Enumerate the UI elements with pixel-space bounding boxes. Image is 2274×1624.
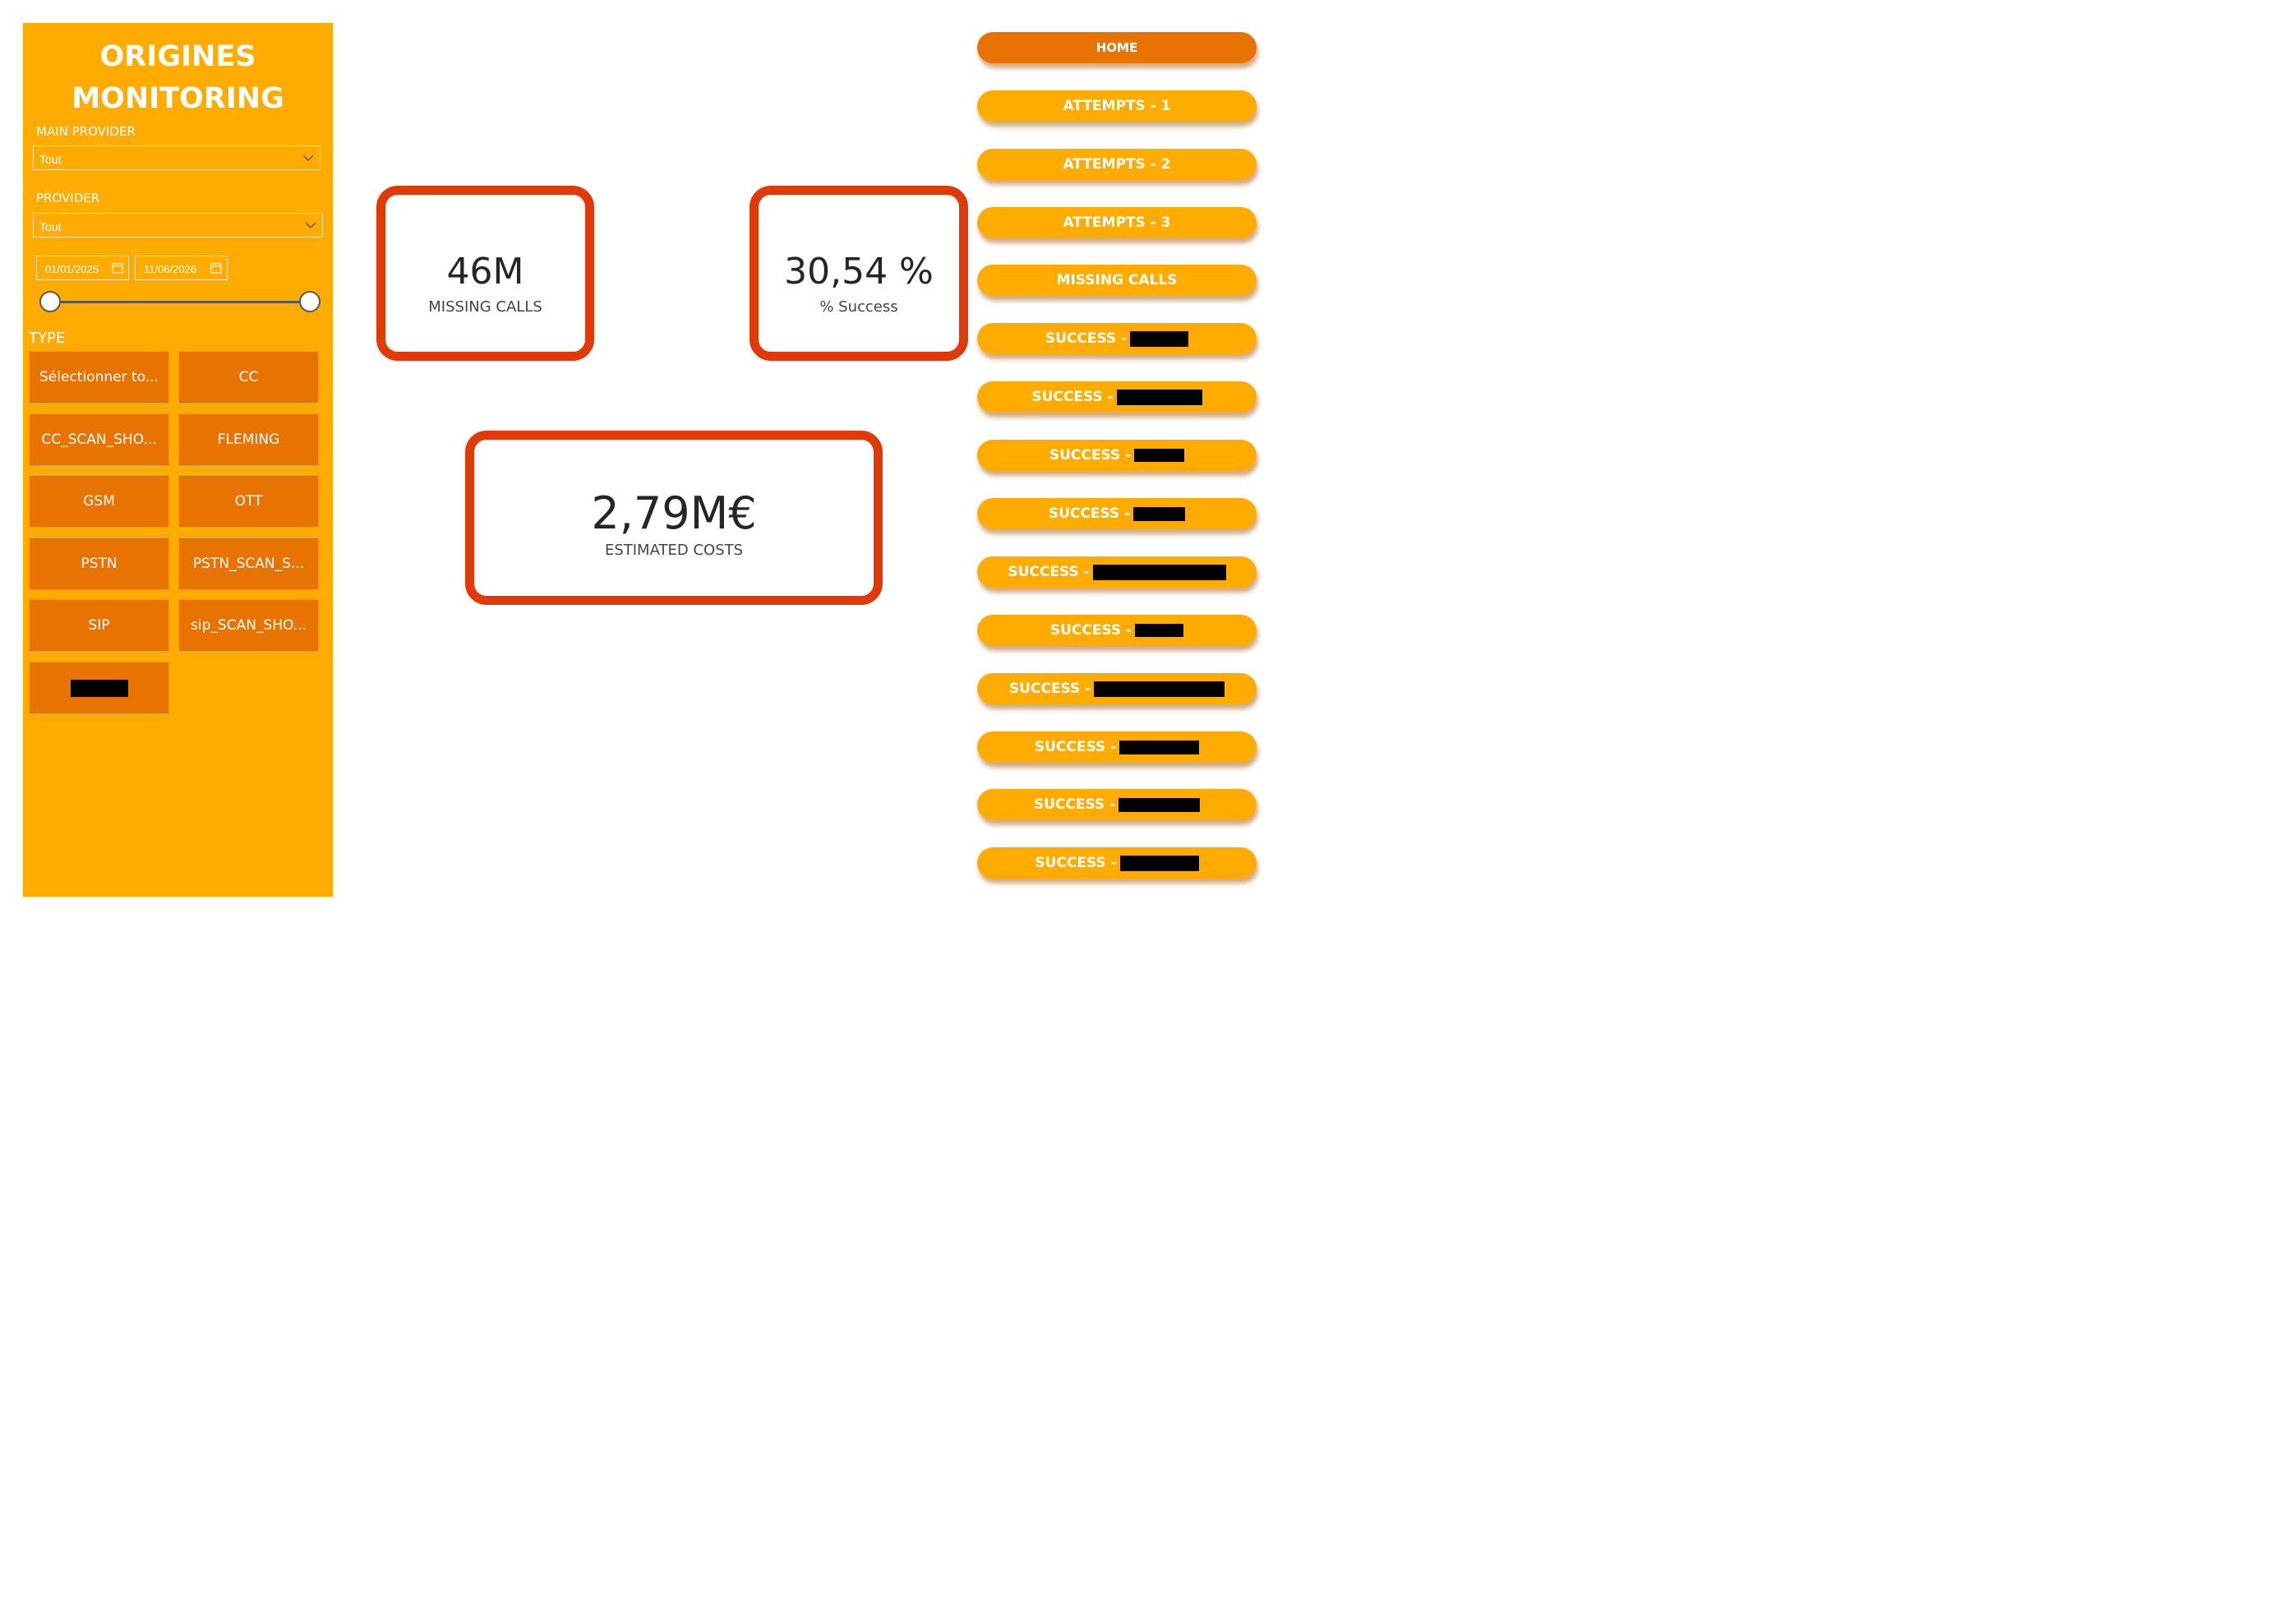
kpi-success-rate-label: % Success — [819, 298, 898, 316]
start-date-value: 01/01/2025 — [45, 263, 99, 275]
nav-button-success[interactable]: SUCCESS - — [977, 498, 1257, 529]
redacted-block — [1094, 681, 1225, 697]
nav-success-label: SUCCESS - — [1035, 855, 1117, 871]
nav-button-success[interactable]: SUCCESS - — [977, 673, 1257, 704]
kpi-missing-calls-label: MISSING CALLS — [428, 298, 542, 316]
nav-success-label: SUCCESS - — [1031, 389, 1114, 405]
nav-button-attempts-3[interactable]: ATTEMPTS - 3 — [977, 207, 1257, 238]
nav-button-missing-calls[interactable]: MISSING CALLS — [977, 265, 1257, 296]
provider-value: Tout — [39, 220, 62, 233]
redacted-block — [1135, 624, 1184, 637]
nav-success-label: SUCCESS - — [1049, 447, 1132, 464]
filter-sidebar: ORIGINES MONITORING MAIN PROVIDER Tout P… — [23, 23, 333, 897]
type-label: TYPE — [29, 330, 66, 347]
redacted-block — [1116, 389, 1202, 405]
kpi-card-missing-calls: 46M MISSING CALLS — [376, 186, 594, 361]
type-button-pstn[interactable]: PSTN — [29, 537, 169, 590]
kpi-success-rate-value: 30,54 % — [784, 251, 934, 293]
app-title: ORIGINES MONITORING — [23, 36, 333, 120]
type-button-fleming[interactable]: FLEMING — [178, 413, 319, 466]
kpi-card-estimated-costs: 2,79M€ ESTIMATED COSTS — [465, 431, 883, 605]
nav-button-success[interactable]: SUCCESS - — [977, 323, 1257, 354]
kpi-card-success-rate: 30,54 % % Success — [750, 186, 968, 361]
chevron-down-icon — [302, 155, 314, 162]
end-date-value: 11/06/2026 — [144, 263, 197, 275]
type-button-pstn-scan[interactable]: PSTN_SCAN_S... — [178, 537, 319, 590]
redacted-block — [1119, 797, 1201, 812]
redacted-block — [1134, 449, 1185, 462]
redacted-block — [1119, 855, 1199, 871]
nav-success-label: SUCCESS - — [1048, 505, 1131, 522]
nav-success-label: SUCCESS - — [1008, 681, 1091, 697]
calendar-icon — [210, 262, 222, 274]
nav-button-attempts-1[interactable]: ATTEMPTS - 1 — [977, 90, 1257, 122]
redacted-block — [70, 679, 128, 697]
date-range-slider-track[interactable] — [49, 301, 311, 303]
main-provider-label: MAIN PROVIDER — [36, 124, 136, 139]
kpi-estimated-costs-label: ESTIMATED COSTS — [604, 542, 744, 559]
nav-success-label: SUCCESS - — [1045, 330, 1128, 347]
nav-button-success[interactable]: SUCCESS - — [977, 731, 1257, 763]
redacted-block — [1133, 506, 1186, 521]
redacted-block — [1119, 740, 1200, 754]
type-button-gsm[interactable]: GSM — [29, 475, 169, 528]
date-range-end-handle[interactable] — [299, 291, 321, 312]
nav-button-success[interactable]: SUCCESS - — [977, 847, 1257, 879]
nav-button-attempts-2[interactable]: ATTEMPTS - 2 — [977, 149, 1257, 180]
app-title-line-2: MONITORING — [71, 82, 284, 115]
redacted-block — [1130, 330, 1189, 347]
type-button-sip[interactable]: SIP — [29, 599, 169, 652]
nav-success-label: SUCCESS - — [1008, 564, 1090, 580]
nav-button-home[interactable]: HOME — [977, 32, 1257, 63]
provider-dropdown[interactable]: Tout — [33, 213, 323, 238]
date-range-start-handle[interactable] — [39, 291, 61, 312]
nav-button-success[interactable]: SUCCESS - — [977, 381, 1257, 413]
nav-success-label: SUCCESS - — [1033, 796, 1116, 813]
type-button-cc[interactable]: CC — [178, 351, 319, 404]
kpi-missing-calls-value: 46M — [446, 251, 524, 293]
start-date-input[interactable]: 01/01/2025 — [36, 256, 129, 280]
type-button-redacted[interactable] — [29, 662, 169, 714]
main-provider-dropdown[interactable]: Tout — [33, 145, 321, 170]
chevron-down-icon — [305, 222, 316, 229]
nav-button-success[interactable]: SUCCESS - — [977, 440, 1257, 471]
app-title-line-1: ORIGINES — [99, 40, 256, 73]
main-provider-value: Tout — [39, 153, 62, 166]
type-button-select-all[interactable]: Sélectionner to... — [29, 351, 169, 404]
nav-button-success[interactable]: SUCCESS - — [977, 556, 1257, 588]
end-date-input[interactable]: 11/06/2026 — [135, 256, 228, 280]
kpi-estimated-costs-value: 2,79M€ — [591, 487, 757, 539]
type-button-sip-scan[interactable]: sip_SCAN_SHO... — [178, 599, 319, 652]
nav-success-label: SUCCESS - — [1049, 622, 1132, 639]
nav-button-success[interactable]: SUCCESS - — [977, 615, 1257, 646]
redacted-block — [1092, 564, 1226, 580]
type-button-ott[interactable]: OTT — [178, 475, 319, 528]
nav-button-success[interactable]: SUCCESS - — [977, 789, 1257, 820]
calendar-icon — [112, 262, 123, 274]
nav-success-label: SUCCESS - — [1034, 739, 1117, 755]
provider-label: PROVIDER — [36, 191, 100, 205]
type-button-cc-scan[interactable]: CC_SCAN_SHO... — [29, 413, 169, 466]
